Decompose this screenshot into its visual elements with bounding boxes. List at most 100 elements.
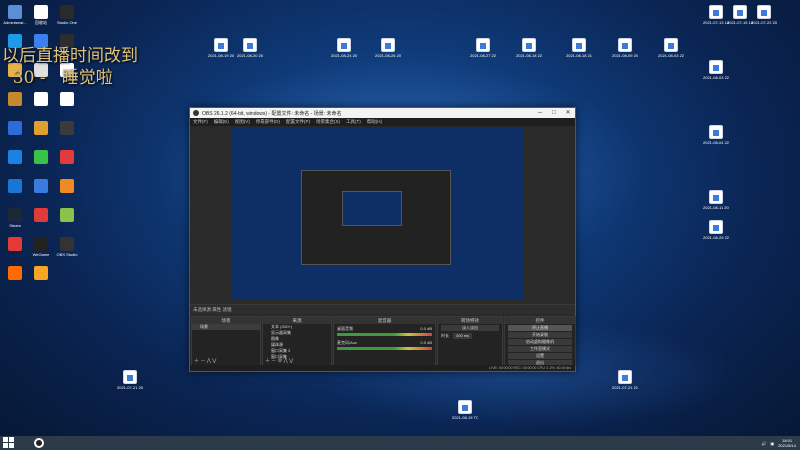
desktop-icon[interactable] [28,92,54,107]
menu-item[interactable]: 帮助(H) [367,119,382,125]
menu-item[interactable]: 视图(V) [235,119,250,125]
video-file-icon [572,38,586,52]
minimize-icon[interactable]: ─ [533,108,547,118]
desktop-icon[interactable]: Administrat... [2,5,28,25]
desktop-file-label: 2021-08-04 22-10-33... [703,140,729,145]
control-button[interactable]: 启动虚拟摄像机 [508,339,572,345]
app-icon [34,179,48,193]
desktop-file[interactable]: 2021-08-26 20-21-29... [375,38,401,58]
menu-item[interactable]: 配置文件(P) [286,119,310,125]
desktop-icon-label: OBS Studio [56,252,78,257]
desktop-icon[interactable] [54,208,80,223]
desktop-icon[interactable] [28,121,54,136]
desktop-file[interactable]: 2021-08-20 20-14-10... [237,38,263,58]
obs-status-bar: LIVE: 00:00:00 REC: 00:00:00 CPU: 1.2%, … [190,365,575,371]
desktop-file[interactable]: 2021-08-18 22-41-14... [516,38,542,58]
desktop-file[interactable]: 2021-08-03 22-04-48... [658,38,684,58]
desktop-file-label: 2021-07-21 21-33-07... [612,385,638,390]
transitions-dock-header: 转场特效 [438,317,502,324]
desktop-icon[interactable] [2,179,28,194]
obs-source-toolbar: 未选择源 属性 滤镜 [190,304,575,314]
app-icon [60,237,74,251]
desktop-file[interactable]: 2021-07-21 20-23-06... [117,370,143,390]
desktop-icon[interactable] [2,92,28,107]
speaker-icon[interactable]: 🔊 [761,441,766,446]
menu-item[interactable]: 场景集合(S) [316,119,340,125]
desktop-icon[interactable] [28,179,54,194]
desktop-icon[interactable] [2,150,28,165]
desktop-icon[interactable]: OBS Studio [54,237,80,257]
desktop-file-label: 2021-08-27 22-17-03... [470,53,496,58]
nested-preview-window [301,170,451,265]
app-icon [60,121,74,135]
video-file-icon [757,5,771,19]
desktop-icon[interactable] [28,150,54,165]
desktop-icon[interactable] [28,208,54,223]
desktop-file[interactable]: 2021-07-13 14-35-10... [703,5,729,25]
app-icon [60,92,74,106]
app-icon [8,150,22,164]
app-icon [8,237,22,251]
scene-item[interactable]: 场景 [192,324,260,330]
desktop-file[interactable]: 2021-07-22 20-45-21... [751,5,777,25]
network-icon[interactable]: ▣ [770,441,774,446]
desktop-file[interactable]: 2021-08-19 TC CC... [452,400,478,420]
obs-title-bar[interactable]: OBS 26.1.2 (64-bit, windows) - 配置文件: 未命名… [190,108,575,118]
desktop-icon[interactable] [28,266,54,281]
obs-window[interactable]: OBS 26.1.2 (64-bit, windows) - 配置文件: 未命名… [189,107,576,372]
obs-preview-canvas[interactable] [231,128,524,300]
desktop-icon[interactable]: Studio One [54,5,80,25]
duration-input[interactable]: 300 ms [453,333,473,339]
desktop-file[interactable]: 2021-08-09 20-03-55... [612,38,638,58]
desktop-file[interactable]: 2021-08-11 20-49-26... [703,190,729,210]
desktop-file-label: 2021-08-18 22-41-14... [516,53,542,58]
desktop-file[interactable]: 2021-08-04 22-10-33... [703,125,729,145]
desktop-icon[interactable]: 回收站 [28,5,54,25]
obs-app-icon [193,110,199,116]
app-icon [60,179,74,193]
maximize-icon[interactable]: □ [547,108,561,118]
scenes-dock-header: 场景 [192,317,260,324]
desktop-icon[interactable] [54,179,80,194]
menu-item[interactable]: 编辑(E) [214,119,229,125]
desktop-file[interactable]: 2021-07-15 14-22-32... [727,5,753,25]
desktop-icon[interactable] [2,266,28,281]
video-file-icon [458,400,472,414]
desktop-file[interactable]: 2021-08-03 22-12-24... [703,60,729,80]
stream-overlay-text: 以后直播时间改到 30 - 睡觉啦 [2,46,138,88]
desktop-file[interactable]: 2021-07-21 21-33-07... [612,370,638,390]
start-button[interactable] [3,437,15,449]
video-file-icon [709,220,723,234]
desktop-file-label: 2021-08-09 20-03-55... [612,53,638,58]
app-icon [8,121,22,135]
desktop-file[interactable]: 2021-08-25 22-41-26... [703,220,729,240]
desktop-file-label: 2021-08-24 20-26-21... [331,53,357,58]
volume-meter[interactable] [337,333,432,336]
desktop-icon[interactable] [2,237,28,252]
volume-meter[interactable] [337,347,432,350]
desktop-file[interactable]: 2021-08-24 20-26-21... [331,38,357,58]
transition-select[interactable]: 淡入淡出 [441,325,499,331]
desktop-icon[interactable]: Steam [2,208,28,228]
desktop-icon[interactable] [54,92,80,107]
control-button[interactable]: 设置 [508,353,572,359]
app-icon [34,266,48,280]
close-icon[interactable]: ✕ [561,108,575,118]
app-icon [8,92,22,106]
desktop-file[interactable]: 2021-08-19 20-22-42... [208,38,234,58]
control-button[interactable]: 工作室模式 [508,346,572,352]
desktop-icon[interactable] [54,121,80,136]
obs-taskbar-icon[interactable] [34,438,44,448]
mixer-dock-header: 混音器 [334,317,435,324]
desktop-icon[interactable] [2,121,28,136]
clock[interactable]: 18:01 2021/8/14 [778,438,796,448]
control-button[interactable]: 开始录制 [508,332,572,338]
menu-item[interactable]: 停靠部件(D) [256,119,280,125]
desktop-file[interactable]: 2021-08-18 21-16-05... [566,38,592,58]
menu-item[interactable]: 工具(T) [346,119,361,125]
desktop-file[interactable]: 2021-08-27 22-17-03... [470,38,496,58]
desktop-icon[interactable] [54,150,80,165]
control-button[interactable]: 停止直播 [508,325,572,331]
desktop-icon[interactable]: WeGame [28,237,54,257]
menu-item[interactable]: 文件(F) [193,119,208,125]
